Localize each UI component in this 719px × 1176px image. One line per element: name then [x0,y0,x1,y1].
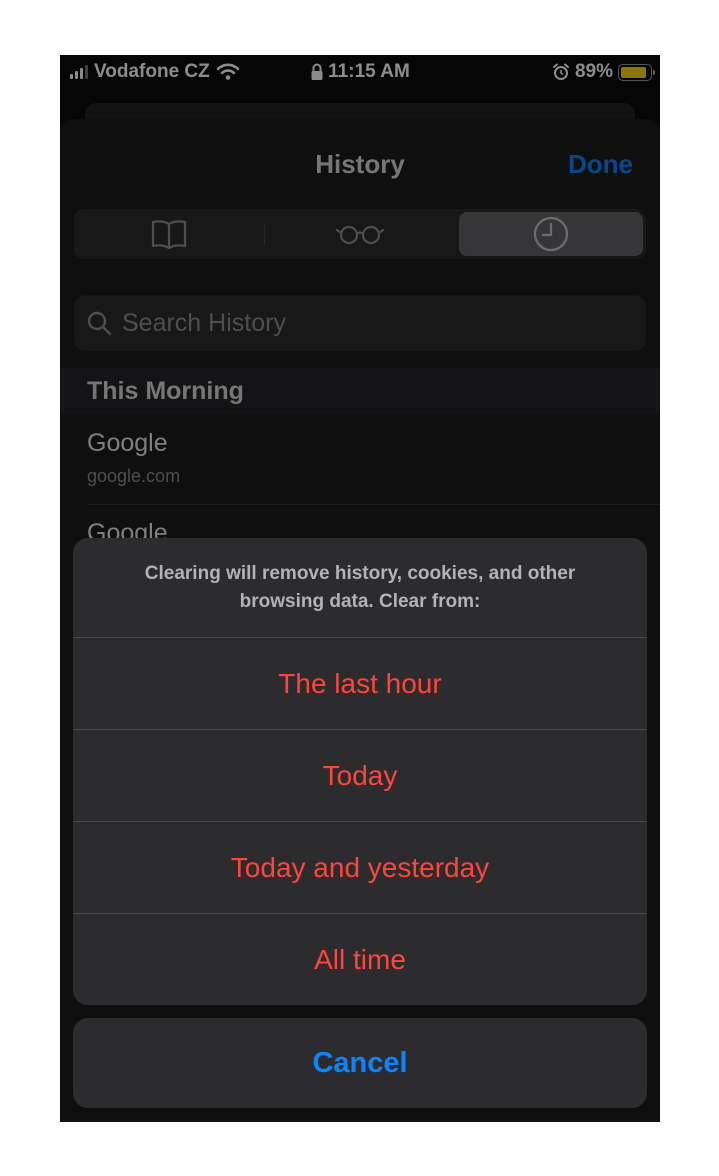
clear-last-hour-button[interactable]: The last hour [73,637,647,729]
clear-history-action-sheet: Clearing will remove history, cookies, a… [73,538,647,1005]
clear-today-button[interactable]: Today [73,729,647,821]
cancel-button[interactable]: Cancel [73,1018,647,1108]
clear-today-and-yesterday-button[interactable]: Today and yesterday [73,821,647,913]
phone-screen: Vodafone CZ 11:15 AM 89% History Done Se… [60,55,660,1122]
action-sheet-message: Clearing will remove history, cookies, a… [144,562,576,612]
clear-all-time-button[interactable]: All time [73,913,647,1005]
